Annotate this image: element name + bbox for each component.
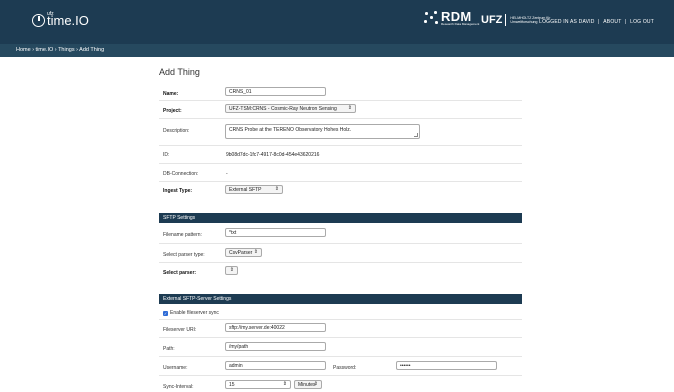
filename-pattern-label: Filename pattern: — [163, 232, 202, 238]
ingest-type-select[interactable]: External SFTP ⇕ — [225, 185, 283, 194]
timeio-logo[interactable]: ufz time.IO — [32, 11, 89, 28]
sync-interval-label: Sync-Interval: — [163, 384, 194, 390]
select-arrows-icon: ⇕ — [313, 381, 318, 387]
project-label: Project: — [163, 108, 182, 114]
select-arrows-icon: ⇕ — [229, 267, 234, 273]
divider — [159, 181, 522, 182]
divider — [159, 118, 522, 119]
fileserver-uri-label: Fileserver URI: — [163, 327, 197, 333]
name-input[interactable]: CRNS_01 — [225, 87, 326, 96]
divider — [159, 243, 522, 244]
id-label: ID: — [163, 152, 170, 158]
username-label: Username: — [163, 365, 188, 371]
divider — [159, 145, 522, 146]
fileserver-sync-label: Enable fileserver sync — [170, 310, 219, 316]
description-textarea[interactable]: CRNS Probe at the TERENO Observatory Hoh… — [225, 124, 420, 139]
top-header: ufz time.IO RDM Research Data Management… — [0, 0, 674, 44]
username-input[interactable]: admin — [225, 361, 326, 370]
rdm-logo: RDM Research Data Management — [424, 10, 479, 26]
rdm-subtitle: Research Data Management — [441, 22, 480, 26]
project-select[interactable]: UFZ-TSM:CRNS - Cosmic-Ray Neutron Sensin… — [225, 104, 356, 113]
parser-label: Select parser: — [163, 270, 197, 276]
about-link[interactable]: ABOUT — [603, 19, 621, 25]
description-text: CRNS Probe at the TERENO Observatory Hoh… — [229, 127, 352, 133]
parser-type-select[interactable]: CsvParser ⇕ — [225, 248, 262, 257]
project-selected: UFZ-TSM:CRNS - Cosmic-Ray Neutron Sensin… — [229, 106, 337, 112]
sync-interval-unit-select[interactable]: Minutes ⇕ — [294, 380, 322, 389]
parser-select[interactable]: ⇕ — [225, 266, 238, 275]
stepper-arrows-icon[interactable]: ⇕ — [283, 381, 287, 388]
sync-interval-value: 15 — [229, 382, 235, 388]
select-arrows-icon: ⇕ — [253, 249, 258, 255]
parser-type-label: Select parser type: — [163, 252, 205, 258]
ingest-type-label: Ingest Type: — [163, 188, 193, 194]
select-arrows-icon: ⇕ — [347, 105, 352, 111]
name-label: Name: — [163, 91, 179, 97]
sftp-settings-header: SFTP Settings — [159, 213, 522, 223]
logout-link[interactable]: LOG OUT — [630, 19, 654, 25]
divider — [159, 319, 522, 320]
user-links: LOGGED IN AS DAVID | ABOUT | LOG OUT — [537, 19, 654, 25]
parser-type-selected: CsvParser — [229, 250, 253, 256]
password-label: Password: — [333, 365, 357, 371]
password-input[interactable]: •••••• — [396, 361, 497, 370]
power-icon — [32, 14, 45, 27]
path-input[interactable]: /my/path — [225, 342, 326, 351]
sync-interval-input[interactable]: 15 ⇕ — [225, 380, 291, 389]
divider — [159, 375, 522, 376]
page-title: Add Thing — [159, 67, 200, 77]
divider — [159, 356, 522, 357]
breadcrumb-bar: Home › time.IO › Things › Add Thing — [0, 44, 674, 57]
link-separator: | — [598, 19, 600, 25]
breadcrumb[interactable]: Home › time.IO › Things › Add Thing — [16, 47, 104, 53]
external-sftp-header: External SFTP-Server Settings — [159, 294, 522, 304]
checkmark-icon: ✓ — [163, 310, 168, 316]
logged-in-user: LOGGED IN AS DAVID — [539, 19, 595, 25]
filename-pattern-input[interactable]: *txt — [225, 228, 326, 237]
logo-superscript: ufz — [47, 11, 54, 17]
db-connection-value: - — [226, 171, 228, 177]
divider — [159, 337, 522, 338]
resize-grip-icon[interactable] — [414, 133, 418, 137]
rdm-network-icon — [424, 11, 438, 25]
divider — [159, 262, 522, 263]
path-label: Path: — [163, 346, 175, 352]
description-label: Description: — [163, 128, 190, 134]
ufz-label: UFZ — [481, 14, 507, 26]
ingest-type-selected: External SFTP — [229, 187, 262, 193]
link-separator: | — [625, 19, 627, 25]
select-arrows-icon: ⇕ — [274, 186, 279, 192]
fileserver-uri-input[interactable]: sftp://my.server.de:40022 — [225, 323, 326, 332]
db-connection-label: DB-Connection: — [163, 171, 199, 177]
divider — [159, 163, 522, 164]
divider — [159, 100, 522, 101]
id-value: 9b08d7dc-1fc7-4917-8c0d-454e43620216 — [226, 152, 320, 158]
fileserver-sync-checkbox[interactable]: ✓ Enable fileserver sync — [163, 310, 219, 316]
